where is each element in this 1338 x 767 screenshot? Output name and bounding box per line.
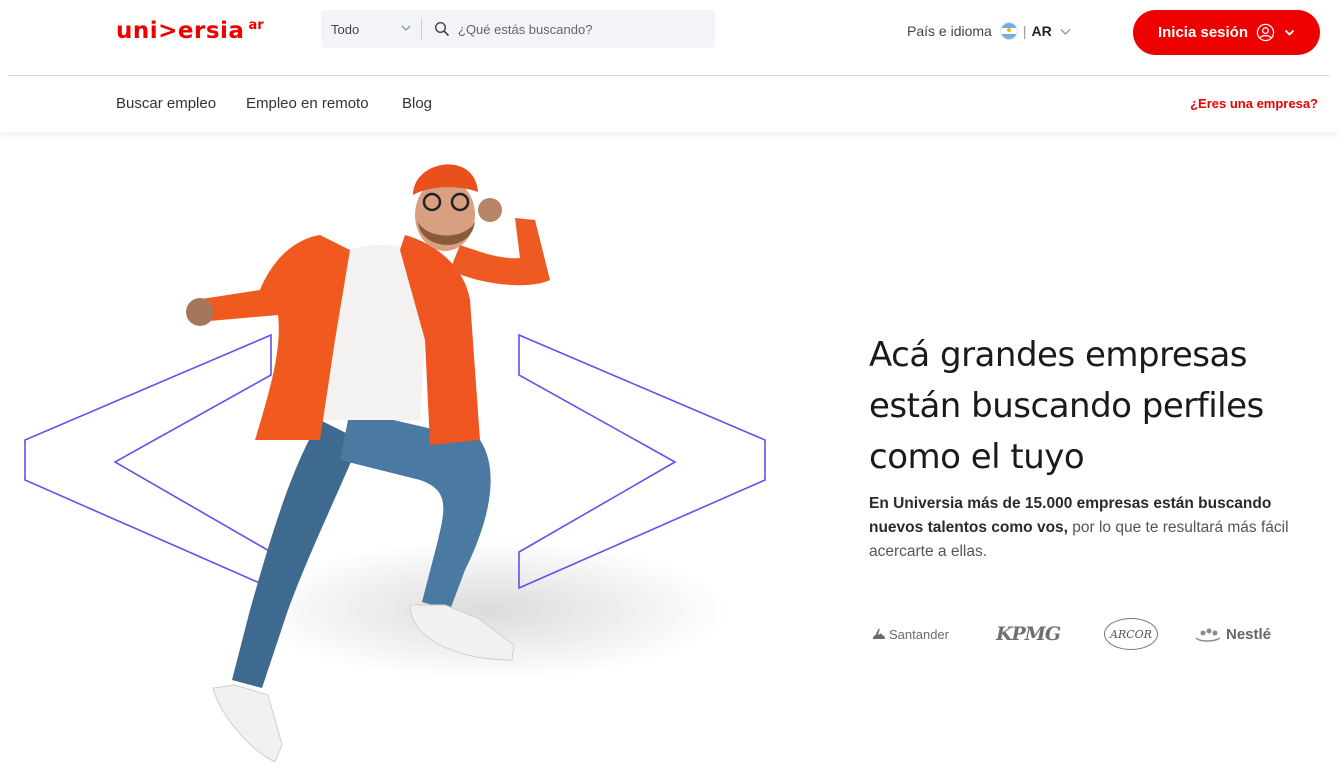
arcor-text: ARCOR <box>1110 627 1152 641</box>
main-nav: Buscar empleo Empleo en remoto Blog ¿Ere… <box>0 76 1338 132</box>
logo-text: uni>ersia <box>116 18 245 44</box>
hero-headline: Acá grandes empresas están buscando perf… <box>869 330 1299 483</box>
headline-line: están buscando perfiles <box>869 386 1264 426</box>
kpmg-text: KPMG <box>996 623 1061 645</box>
left-bracket-outline <box>24 333 272 590</box>
arcor-logo: ARCOR <box>1104 612 1158 656</box>
search-divider <box>421 18 422 40</box>
santander-flame-icon <box>873 628 885 639</box>
user-circle-icon <box>1256 23 1275 42</box>
login-button[interactable]: Inicia sesión <box>1133 10 1320 55</box>
search-bar: Todo <box>321 10 715 48</box>
partner-logos: Santander KPMG ARCOR Nestlé <box>872 612 1292 656</box>
site-header: uni>ersia ar Todo País e idioma | AR Ini… <box>0 0 1338 76</box>
hero-subtext: En Universia más de 15.000 empresas está… <box>869 492 1299 564</box>
language-code: AR <box>1031 23 1052 39</box>
chevron-down-icon <box>401 25 411 31</box>
nestle-text: Nestlé <box>1226 625 1272 643</box>
chevron-down-icon <box>1060 28 1071 35</box>
nav-item-buscar-empleo[interactable]: Buscar empleo <box>116 95 216 112</box>
logo-country: ar <box>248 18 264 33</box>
search-input[interactable] <box>458 21 708 37</box>
headline-line: Acá grandes empresas <box>869 335 1248 375</box>
arcor-oval: ARCOR <box>1104 618 1158 650</box>
kpmg-logo: KPMG <box>996 612 1061 656</box>
nestle-logo: Nestlé <box>1194 612 1271 656</box>
hero-illustration <box>24 164 766 763</box>
company-link[interactable]: ¿Eres una empresa? <box>1190 96 1318 111</box>
santander-text: Santander <box>889 626 949 642</box>
search-category-select[interactable]: Todo <box>321 10 421 48</box>
search-category-value: Todo <box>331 21 360 37</box>
santander-logo: Santander <box>872 612 949 656</box>
login-label: Inicia sesión <box>1157 24 1249 41</box>
nav-item-blog[interactable]: Blog <box>402 95 432 112</box>
language-label: País e idioma <box>907 23 992 39</box>
language-separator: | <box>1022 23 1027 39</box>
nav-item-empleo-remoto[interactable]: Empleo en remoto <box>246 95 369 112</box>
universia-logo[interactable]: uni>ersia ar <box>116 14 264 48</box>
search-icon <box>434 21 450 37</box>
language-selector[interactable]: País e idioma | AR <box>907 20 1071 42</box>
nestle-nest-icon <box>1195 628 1221 642</box>
headline-line: como el tuyo <box>869 437 1085 477</box>
argentina-flag-icon <box>999 22 1018 40</box>
chevron-down-icon <box>1284 29 1295 36</box>
